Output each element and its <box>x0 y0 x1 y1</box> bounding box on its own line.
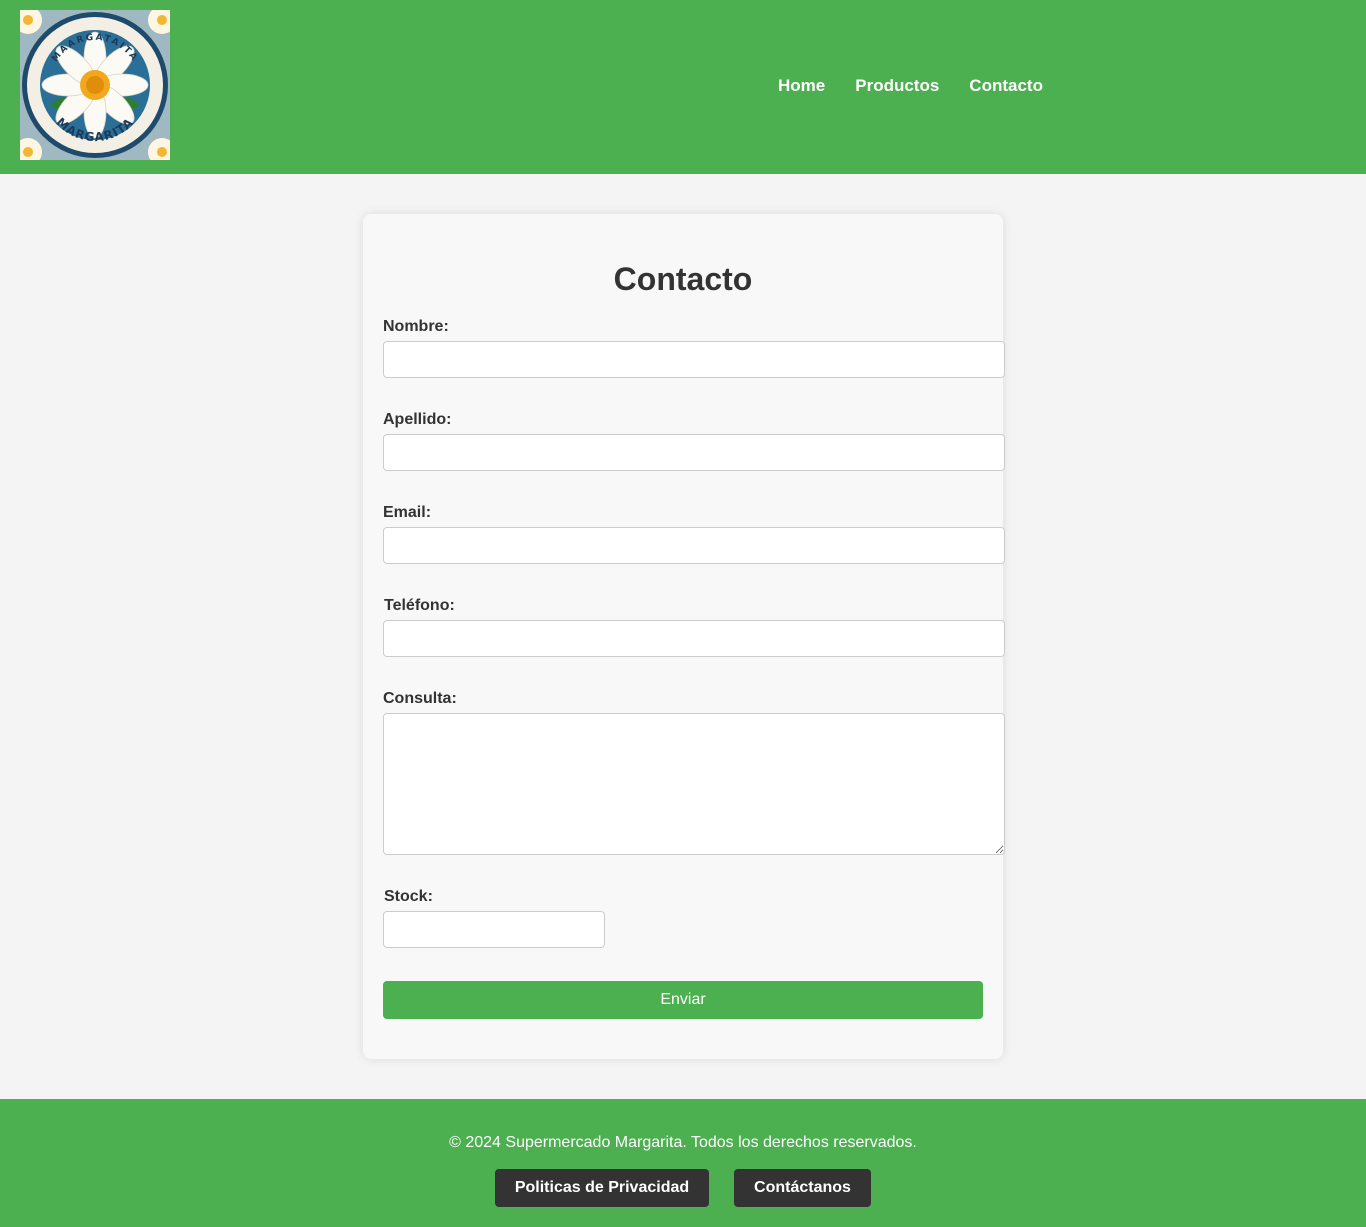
enviar-button[interactable]: Enviar <box>383 981 983 1019</box>
contact-us-button[interactable]: Contáctanos <box>734 1169 871 1207</box>
copyright-text: © 2024 Supermercado Margarita. Todos los… <box>449 1134 917 1151</box>
nav-contacto-link[interactable]: Contacto <box>969 76 1043 96</box>
site-footer: © 2024 Supermercado Margarita. Todos los… <box>0 1099 1366 1227</box>
consulta-label: Consulta: <box>383 690 457 707</box>
email-field[interactable] <box>383 527 1005 564</box>
site-header: MAARGATAITA MARGARITA Home Productos Con… <box>0 0 1366 174</box>
nombre-field[interactable] <box>383 341 1005 378</box>
stock-label: Stock: <box>384 888 433 905</box>
page-title: Contacto <box>613 261 753 297</box>
privacy-policy-button[interactable]: Politicas de Privacidad <box>495 1169 709 1207</box>
main-nav: Home Productos Contacto <box>778 76 1043 96</box>
telefono-field[interactable] <box>383 620 1005 657</box>
daisy-logo-graphic: MAARGATAITA MARGARITA <box>20 10 170 160</box>
telefono-label: Teléfono: <box>384 597 455 614</box>
apellido-label: Apellido: <box>383 411 452 428</box>
stock-field[interactable] <box>383 911 605 948</box>
consulta-textarea[interactable] <box>383 713 1005 855</box>
nav-productos-link[interactable]: Productos <box>855 76 939 96</box>
margarita-logo[interactable]: MAARGATAITA MARGARITA <box>20 10 170 160</box>
apellido-field[interactable] <box>383 434 1005 471</box>
email-label: Email: <box>383 504 432 521</box>
nav-home-link[interactable]: Home <box>778 76 825 96</box>
nombre-label: Nombre: <box>383 318 449 335</box>
